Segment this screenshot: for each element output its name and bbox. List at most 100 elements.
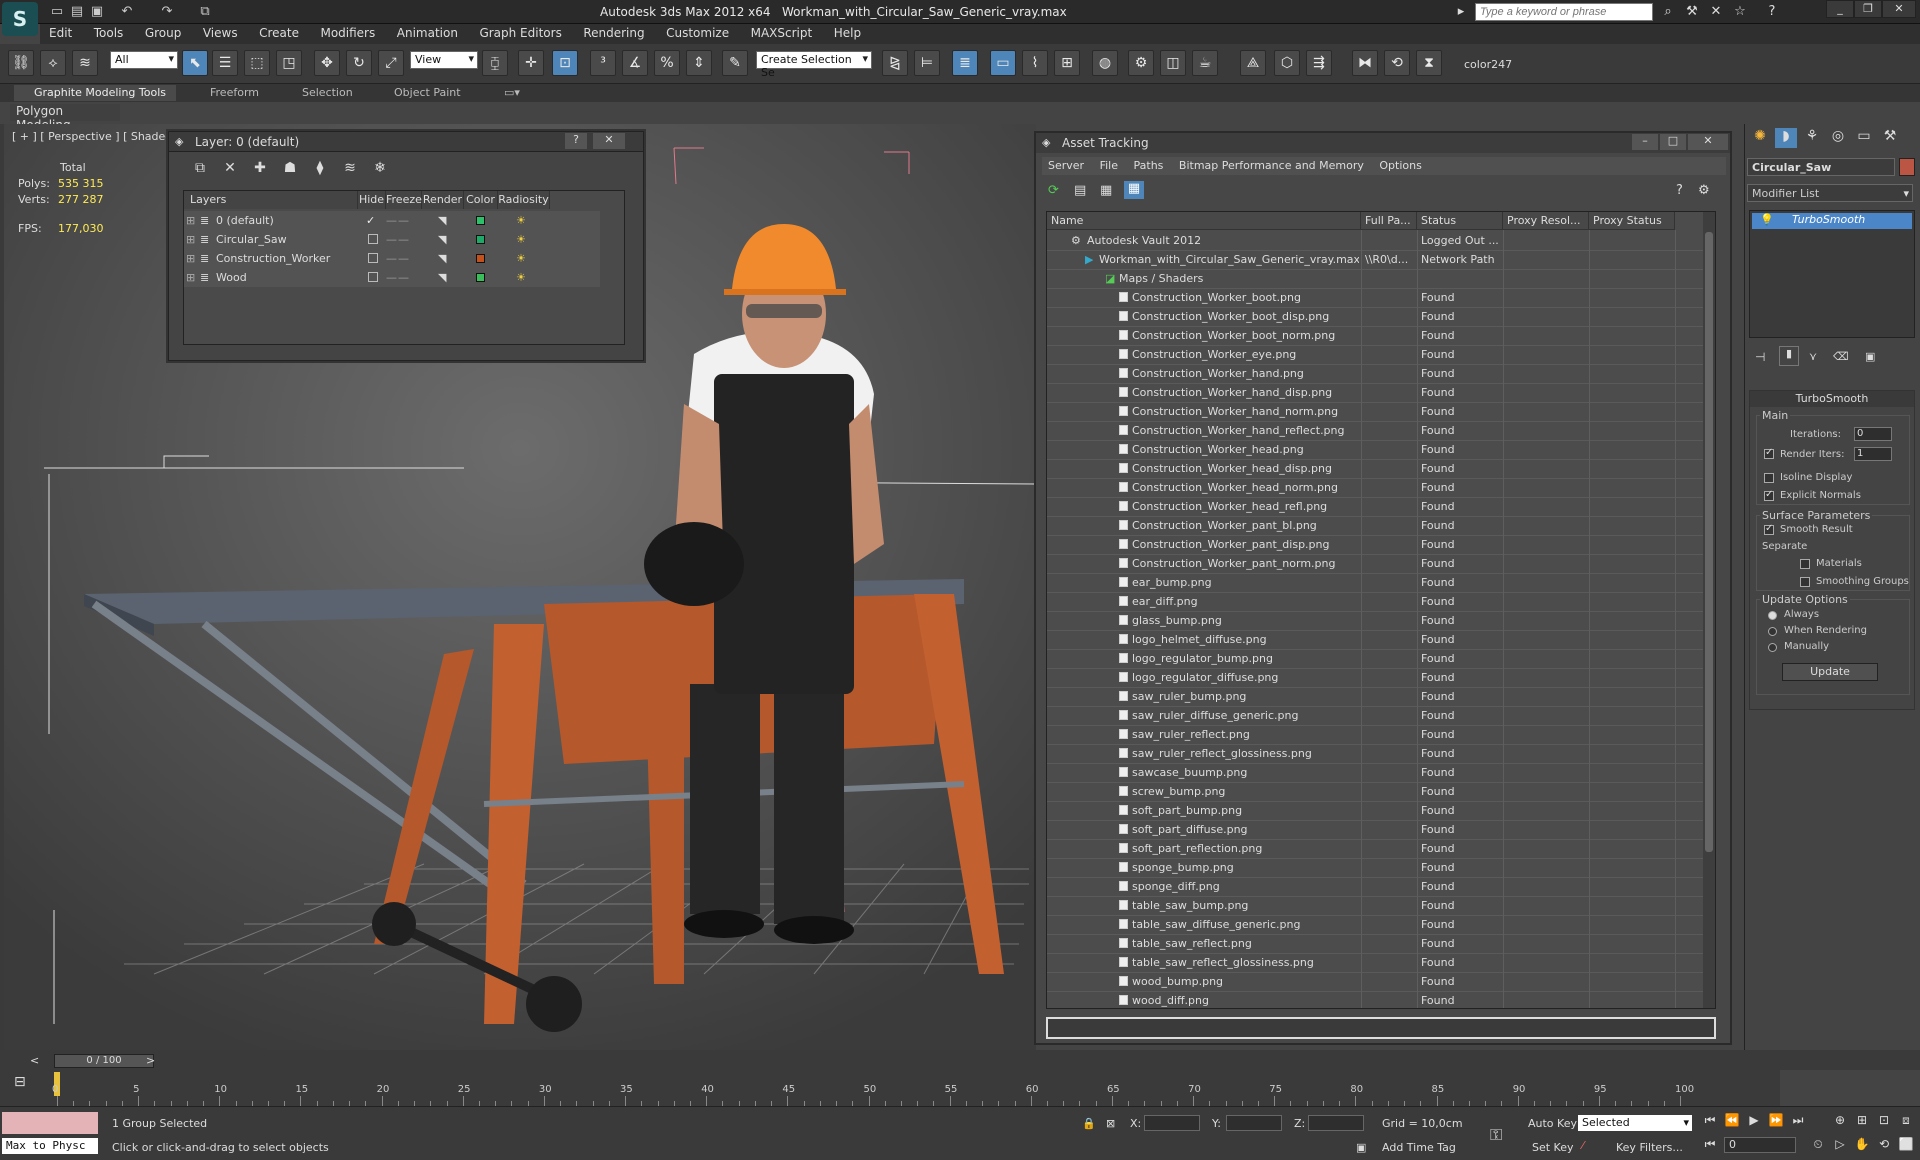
- tree-view-icon[interactable]: ▦: [1100, 183, 1112, 198]
- explicit-normals-checkbox[interactable]: ✓: [1764, 489, 1774, 501]
- material-editor-icon[interactable]: ◍: [1092, 50, 1118, 76]
- add-to-layer-icon[interactable]: ✚: [249, 160, 271, 180]
- always-radio[interactable]: [1768, 611, 1777, 620]
- asset-map-row[interactable]: Construction_Worker_hand_norm.png Found: [1047, 403, 1707, 422]
- asset-map-row[interactable]: table_saw_reflect_glossiness.png Found: [1047, 954, 1707, 973]
- refresh-icon[interactable]: ⟳: [1048, 183, 1059, 198]
- when-rendering-radio[interactable]: [1768, 627, 1777, 636]
- isoline-checkbox[interactable]: [1764, 473, 1774, 483]
- menu-maxscript[interactable]: MAXScript: [742, 24, 822, 42]
- asset-map-row[interactable]: soft_part_diffuse.png Found: [1047, 821, 1707, 840]
- plugin-a-icon[interactable]: ⧓: [1352, 50, 1378, 76]
- select-in-layer-icon[interactable]: ☗: [279, 160, 301, 180]
- menu-group[interactable]: Group: [136, 24, 191, 42]
- redo-icon[interactable]: ↷: [158, 3, 176, 21]
- open-file-icon[interactable]: ▤: [68, 3, 86, 21]
- active-layer-checkbox[interactable]: [368, 272, 378, 282]
- asset-map-row[interactable]: table_saw_reflect.png Found: [1047, 935, 1707, 954]
- rollout-title[interactable]: TurboSmooth: [1750, 391, 1914, 407]
- asset-minimize-button[interactable]: –: [1632, 134, 1658, 150]
- layer-row[interactable]: ⊞ ≣ Circular_Saw — — ◥ ☀: [184, 230, 600, 249]
- render-iters-checkbox[interactable]: ✓: [1764, 447, 1774, 459]
- go-to-end-icon[interactable]: ⏭: [1788, 1113, 1808, 1131]
- menu-animation[interactable]: Animation: [388, 24, 467, 42]
- select-rotate-icon[interactable]: ↻: [346, 50, 372, 76]
- asset-help-icon[interactable]: ?: [1676, 183, 1683, 198]
- asset-map-row[interactable]: logo_regulator_diffuse.png Found: [1047, 669, 1707, 688]
- asset-map-row[interactable]: Construction_Worker_pant_bl.png Found: [1047, 517, 1707, 536]
- col-hide[interactable]: Hide: [358, 191, 386, 209]
- menu-modifiers[interactable]: Modifiers: [311, 24, 384, 42]
- orbit-icon[interactable]: ⟲: [1874, 1137, 1894, 1155]
- layer-row[interactable]: ⊞ ≣ 0 (default) ✓ — — ◥ ☀: [184, 211, 600, 230]
- list-view-icon[interactable]: ▤: [1074, 183, 1086, 198]
- update-button[interactable]: Update: [1782, 663, 1878, 681]
- smooth-result-checkbox[interactable]: ✓: [1764, 523, 1774, 535]
- vray-objects-icon[interactable]: ⬡: [1274, 50, 1300, 76]
- render-toggle-icon[interactable]: ◥: [438, 211, 446, 230]
- select-object-icon[interactable]: ⬉: [182, 50, 208, 76]
- menu-help[interactable]: Help: [825, 24, 870, 42]
- save-file-icon[interactable]: ▣: [88, 3, 106, 21]
- asset-map-row[interactable]: Construction_Worker_hand_reflect.png Foun…: [1047, 422, 1707, 441]
- asset-menu-file[interactable]: File: [1094, 157, 1124, 174]
- asset-maximize-button[interactable]: □: [1660, 134, 1686, 150]
- smoothing-groups-checkbox[interactable]: [1800, 577, 1810, 587]
- asset-close-button[interactable]: ✕: [1688, 134, 1728, 150]
- bind-space-warp-icon[interactable]: ≋: [72, 50, 98, 76]
- menu-rendering[interactable]: Rendering: [574, 24, 653, 42]
- render-toggle-icon[interactable]: ◥: [438, 249, 446, 268]
- asset-map-row[interactable]: Construction_Worker_boot_disp.png Found: [1047, 308, 1707, 327]
- table-view-icon[interactable]: ▦: [1124, 181, 1144, 199]
- close-button[interactable]: ✕: [1882, 0, 1916, 18]
- asset-map-row[interactable]: Construction_Worker_head_norm.png Found: [1047, 479, 1707, 498]
- select-and-link-icon[interactable]: ⛓: [8, 50, 34, 76]
- object-color-swatch[interactable]: [1899, 158, 1915, 176]
- angle-snap-icon[interactable]: ∡: [622, 50, 648, 76]
- menu-create[interactable]: Create: [250, 24, 308, 42]
- asset-map-row[interactable]: soft_part_bump.png Found: [1047, 802, 1707, 821]
- menu-tools[interactable]: Tools: [85, 24, 133, 42]
- ribbon-options-icon[interactable]: ▭▾: [504, 86, 520, 99]
- search-expand-icon[interactable]: ▸: [1455, 3, 1467, 21]
- modifier-list-dropdown[interactable]: Modifier List ▾: [1747, 184, 1913, 202]
- zoom-extents-all-icon[interactable]: ⧈: [1896, 1113, 1916, 1131]
- create-panel-icon[interactable]: ✺: [1749, 128, 1771, 148]
- select-by-name-icon[interactable]: ☰: [212, 50, 238, 76]
- subscription-icon[interactable]: ⚒: [1682, 3, 1702, 21]
- asset-settings-icon[interactable]: ⚙: [1698, 183, 1710, 198]
- app-logo-icon[interactable]: S: [2, 2, 38, 36]
- tab-object-paint[interactable]: Object Paint: [394, 86, 461, 99]
- asset-map-row[interactable]: wood_diff.png Found: [1047, 992, 1707, 1008]
- radiosity-icon[interactable]: ☀: [516, 211, 526, 230]
- snap-toggle-icon[interactable]: ³: [590, 50, 616, 76]
- selection-filter-dropdown[interactable]: All: [110, 51, 178, 69]
- hide-toggle-icon[interactable]: —: [386, 268, 397, 287]
- rendered-frame-icon[interactable]: ◫: [1160, 50, 1186, 76]
- auto-key-button[interactable]: Auto Key: [1528, 1117, 1577, 1130]
- pin-stack-icon[interactable]: ⊣: [1755, 350, 1765, 364]
- layer-row[interactable]: ⊞ ≣ Wood — — ◥ ☀: [184, 268, 600, 287]
- asset-window-title[interactable]: Asset Tracking: [1036, 133, 1730, 153]
- zoom-icon[interactable]: ⊕: [1830, 1113, 1850, 1131]
- asset-map-row[interactable]: ear_diff.png Found: [1047, 593, 1707, 612]
- maxscript-listener-input[interactable]: [2, 1112, 98, 1134]
- stack-item-turbosmooth[interactable]: TurboSmooth: [1752, 213, 1912, 229]
- communication-icon[interactable]: ✕: [1706, 3, 1726, 21]
- col-color[interactable]: Color: [464, 191, 498, 209]
- freeze-toggle-icon[interactable]: —: [398, 211, 409, 230]
- lightbulb-icon[interactable]: 💡: [1760, 213, 1774, 226]
- motion-panel-icon[interactable]: ◎: [1827, 128, 1849, 148]
- file-row[interactable]: ▶ Workman_with_Circular_Saw_Generic_vray…: [1047, 251, 1707, 270]
- object-name-field[interactable]: Circular_Saw: [1747, 158, 1895, 176]
- expand-icon[interactable]: ⊞: [186, 249, 195, 268]
- mirror-icon[interactable]: ⧎: [882, 50, 908, 76]
- window-crossing-icon[interactable]: ◳: [276, 50, 302, 76]
- layer-manager-window[interactable]: Layer: 0 (default) ◈ ? ✕ ⧉ ✕ ✚ ☗ ⧫ ≋ ❄ L…: [168, 131, 644, 361]
- lock-selection-icon[interactable]: 🔒: [1082, 1117, 1096, 1130]
- tab-graphite-modeling-tools[interactable]: Graphite Modeling Tools: [34, 86, 166, 99]
- expand-icon[interactable]: ⊞: [186, 211, 195, 230]
- new-file-icon[interactable]: ▭: [48, 3, 66, 21]
- radiosity-icon[interactable]: ☀: [516, 230, 526, 249]
- absolute-mode-icon[interactable]: ⊠: [1106, 1117, 1115, 1130]
